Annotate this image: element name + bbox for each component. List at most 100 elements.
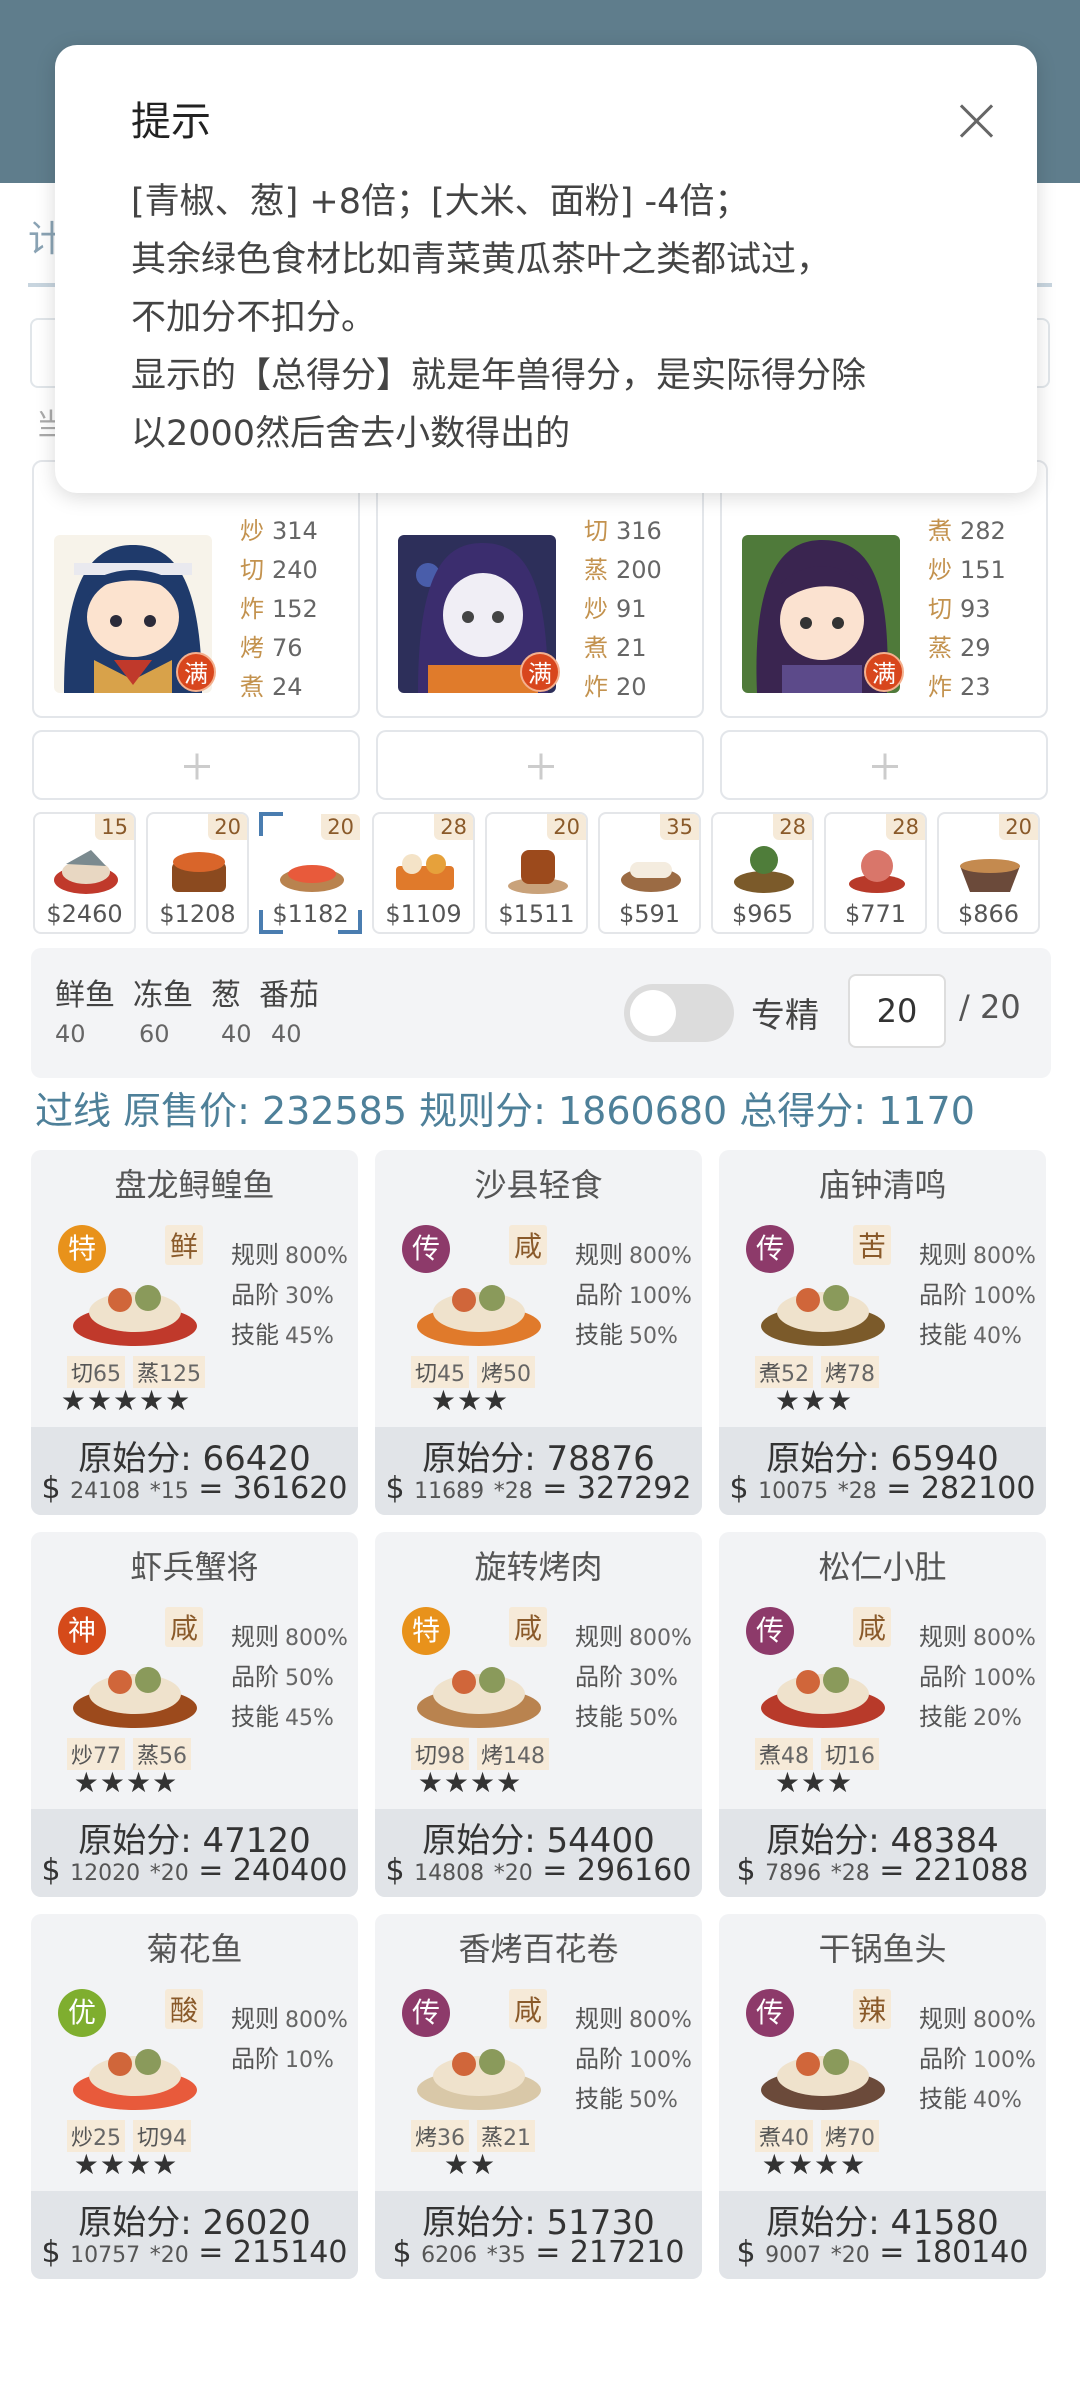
recipe-stats: 规则 800% 品阶 100% 技能 40% — [919, 1241, 1036, 1349]
dish-chip[interactable]: 15 $2460 — [33, 812, 136, 934]
recipe-stats: 规则 800% 品阶 100% 技能 40% — [919, 2005, 1036, 2113]
chef-skills: 切 316 蒸 200 炒 91 煮 21 炸 20 — [584, 517, 662, 701]
recipe-stats: 规则 800% 品阶 50% 技能 45% — [231, 1623, 348, 1731]
recipe-name: 盘龙鲟鳇鱼 — [114, 1166, 275, 1204]
dish-icon — [761, 1285, 885, 1346]
recipe-name: 虾兵蟹将 — [130, 1548, 259, 1586]
recipe-score: 原始分: 47120 $ 12020 *20 = 240400 — [31, 1809, 358, 1897]
recipe-score: 原始分: 51730 $ 6206 *35 = 217210 — [375, 2191, 702, 2279]
recipe-stats: 规则 800% 品阶 100% 技能 50% — [575, 1241, 692, 1349]
recipe-card[interactable]: 虾兵蟹将神咸规则 800% 品阶 50% 技能 45% 炒77 蒸56 ★★★★ 原始分: 471… — [31, 1532, 358, 1897]
dish-icon — [73, 1285, 197, 1346]
dish-icon — [621, 862, 681, 892]
recipe-name: 旋转烤肉 — [474, 1548, 603, 1586]
recipe-stats: 规则 800% 品阶 30% 技能 45% — [231, 1241, 348, 1349]
ingredient-panel: 鲜鱼 冻鱼 葱 番茄 40 60 40 40 专精 20 / 20 — [31, 948, 1051, 1078]
star-rating: ★★★★ — [761, 2148, 867, 2181]
dish-strip: 15 $2460 20 $1208 20 $1182 28 $1109 20 $… — [33, 812, 1040, 934]
recipe-score: 原始分: 26020 $ 10757 *20 = 215140 — [31, 2191, 358, 2279]
dish-icon — [761, 1667, 885, 1728]
add-equip-button[interactable] — [32, 730, 360, 800]
ingredient-names: 鲜鱼 冻鱼 葱 番茄 — [55, 978, 319, 1013]
mastery-toggle[interactable] — [624, 984, 734, 1042]
recipe-name: 香烤百花卷 — [458, 1930, 619, 1968]
taste-tag: 辣 — [853, 1989, 892, 2029]
recipe-name: 干锅鱼头 — [818, 1930, 947, 1968]
chef-card[interactable]: 满 炒 314 切 240 炸 152 烤 76 煮 24 — [32, 460, 360, 718]
recipe-card[interactable]: 松仁小肚传咸规则 800% 品阶 100% 技能 20% 煮48 切16 ★★★ 原始分: 483… — [719, 1532, 1046, 1897]
recipe-grid: 盘龙鲟鳇鱼特鲜规则 800% 品阶 30% 技能 45% 切65 蒸125 ★★★★★ 原始分: … — [31, 1150, 1046, 2279]
taste-tag: 咸 — [165, 1607, 204, 1647]
star-rating: ★★ — [443, 2148, 497, 2181]
dialog-body: [青椒、葱] +8倍；[大米、面粉] -4倍； 其余绿色食材比如青菜黄瓜茶叶之类… — [131, 182, 867, 454]
dish-icon — [508, 850, 568, 894]
taste-tag: 咸 — [853, 1607, 892, 1647]
dish-icon — [396, 854, 454, 890]
recipe-stats: 规则 800% 品阶 100% 技能 20% — [919, 1623, 1036, 1731]
close-icon[interactable] — [957, 101, 997, 141]
dish-icon — [734, 846, 794, 893]
dish-icon — [73, 2049, 197, 2110]
dish-chip[interactable]: 20 $1208 — [146, 812, 249, 934]
dish-icon — [73, 1667, 197, 1728]
dish-icon — [280, 865, 344, 892]
recipe-name: 松仁小肚 — [818, 1548, 947, 1586]
add-equip-button[interactable] — [720, 730, 1048, 800]
dish-icon — [849, 850, 905, 893]
taste-tag: 鲜 — [165, 1225, 204, 1265]
recipe-score: 原始分: 54400 $ 14808 *20 = 296160 — [375, 1809, 702, 1897]
chef-skills: 炒 314 切 240 炸 152 烤 76 煮 24 — [240, 517, 318, 701]
recipe-score: 原始分: 66420 $ 24108 *15 = 361620 — [31, 1427, 358, 1515]
star-rating: ★★★★ — [417, 1766, 523, 1799]
max-badge: 满 — [176, 652, 216, 692]
dialog-title: 提示 — [131, 99, 211, 145]
recipe-stats: 规则 800% 品阶 30% 技能 50% — [575, 1623, 692, 1731]
taste-tag: 咸 — [509, 1607, 548, 1647]
star-rating: ★★★★ — [73, 1766, 179, 1799]
score-summary: 过线 原售价: 232585 规则分: 1860680 总得分: 1170 — [35, 1089, 975, 1133]
recipe-score: 原始分: 78876 $ 11689 *28 = 327292 — [375, 1427, 702, 1515]
mastery-input[interactable]: 20 — [848, 974, 946, 1048]
dish-icon — [417, 1285, 541, 1346]
chef-row: 满 炒 314 切 240 炸 152 烤 76 煮 24 满 切 316 蒸 200 炒 91… — [32, 460, 1048, 718]
recipe-card[interactable]: 沙县轻食传咸规则 800% 品阶 100% 技能 50% 切45 烤50 ★★★ 原始分: 788… — [375, 1150, 702, 1515]
dish-icon — [54, 850, 118, 894]
star-rating: ★★★ — [774, 1384, 854, 1417]
dish-icon — [761, 2049, 885, 2110]
recipe-card[interactable]: 香烤百花卷传咸规则 800% 品阶 100% 技能 50% 烤36 蒸21 ★★ 原始分: 517… — [375, 1914, 702, 2279]
dish-chip[interactable]: 28 $1109 — [372, 812, 475, 934]
chef-skills: 煮 282 炒 151 切 93 蒸 29 炸 23 — [928, 517, 1006, 701]
taste-tag: 咸 — [509, 1225, 548, 1265]
recipe-name: 庙钟清鸣 — [818, 1166, 947, 1204]
recipe-card[interactable]: 干锅鱼头传辣规则 800% 品阶 100% 技能 40% 煮40 烤70 ★★★★ 原始分: 41… — [719, 1914, 1046, 2279]
recipe-card[interactable]: 旋转烤肉特咸规则 800% 品阶 30% 技能 50% 切98 烤148 ★★★★ 原始分: 54… — [375, 1532, 702, 1897]
dish-chip[interactable]: 28 $771 — [824, 812, 927, 934]
recipe-card[interactable]: 盘龙鲟鳇鱼特鲜规则 800% 品阶 30% 技能 45% 切65 蒸125 ★★★★★ 原始分: … — [31, 1150, 358, 1515]
mastery-max: / 20 — [959, 988, 1021, 1026]
tip-dialog: 提示 [青椒、葱] +8倍；[大米、面粉] -4倍； 其余绿色食材比如青菜黄瓜茶… — [55, 45, 1037, 493]
chef-card[interactable]: 满 切 316 蒸 200 炒 91 煮 21 炸 20 — [376, 460, 704, 718]
chef-card[interactable]: 满 煮 282 炒 151 切 93 蒸 29 炸 23 — [720, 460, 1048, 718]
taste-tag: 酸 — [165, 1989, 204, 2029]
star-rating: ★★★ — [774, 1766, 854, 1799]
star-rating: ★★★★★ — [60, 1384, 192, 1417]
dish-chip-selected[interactable]: 20 $1182 — [259, 812, 362, 934]
dish-icon — [960, 859, 1020, 892]
star-rating: ★★★★ — [73, 2148, 179, 2181]
dish-chip[interactable]: 20 $1511 — [485, 812, 588, 934]
taste-tag: 苦 — [853, 1225, 892, 1265]
recipe-stats: 规则 800% 品阶 10% — [231, 2005, 348, 2073]
star-rating: ★★★ — [430, 1384, 510, 1417]
taste-tag: 咸 — [509, 1989, 548, 2029]
ingredient-values: 40 60 40 40 — [55, 1020, 302, 1048]
recipe-score: 原始分: 65940 $ 10075 *28 = 282100 — [719, 1427, 1046, 1515]
dish-icon — [417, 1667, 541, 1728]
dish-chip[interactable]: 20 $866 — [937, 812, 1040, 934]
add-row — [32, 730, 1048, 800]
recipe-card[interactable]: 菊花鱼优酸规则 800% 品阶 10% 炒25 切94 ★★★★ 原始分: 26020 $ 10… — [31, 1914, 358, 2279]
dish-chip[interactable]: 35 $591 — [598, 812, 701, 934]
dish-icon — [172, 852, 226, 892]
add-equip-button[interactable] — [376, 730, 704, 800]
dish-chip[interactable]: 28 $965 — [711, 812, 814, 934]
recipe-card[interactable]: 庙钟清鸣传苦规则 800% 品阶 100% 技能 40% 煮52 烤78 ★★★ 原始分: 659… — [719, 1150, 1046, 1515]
